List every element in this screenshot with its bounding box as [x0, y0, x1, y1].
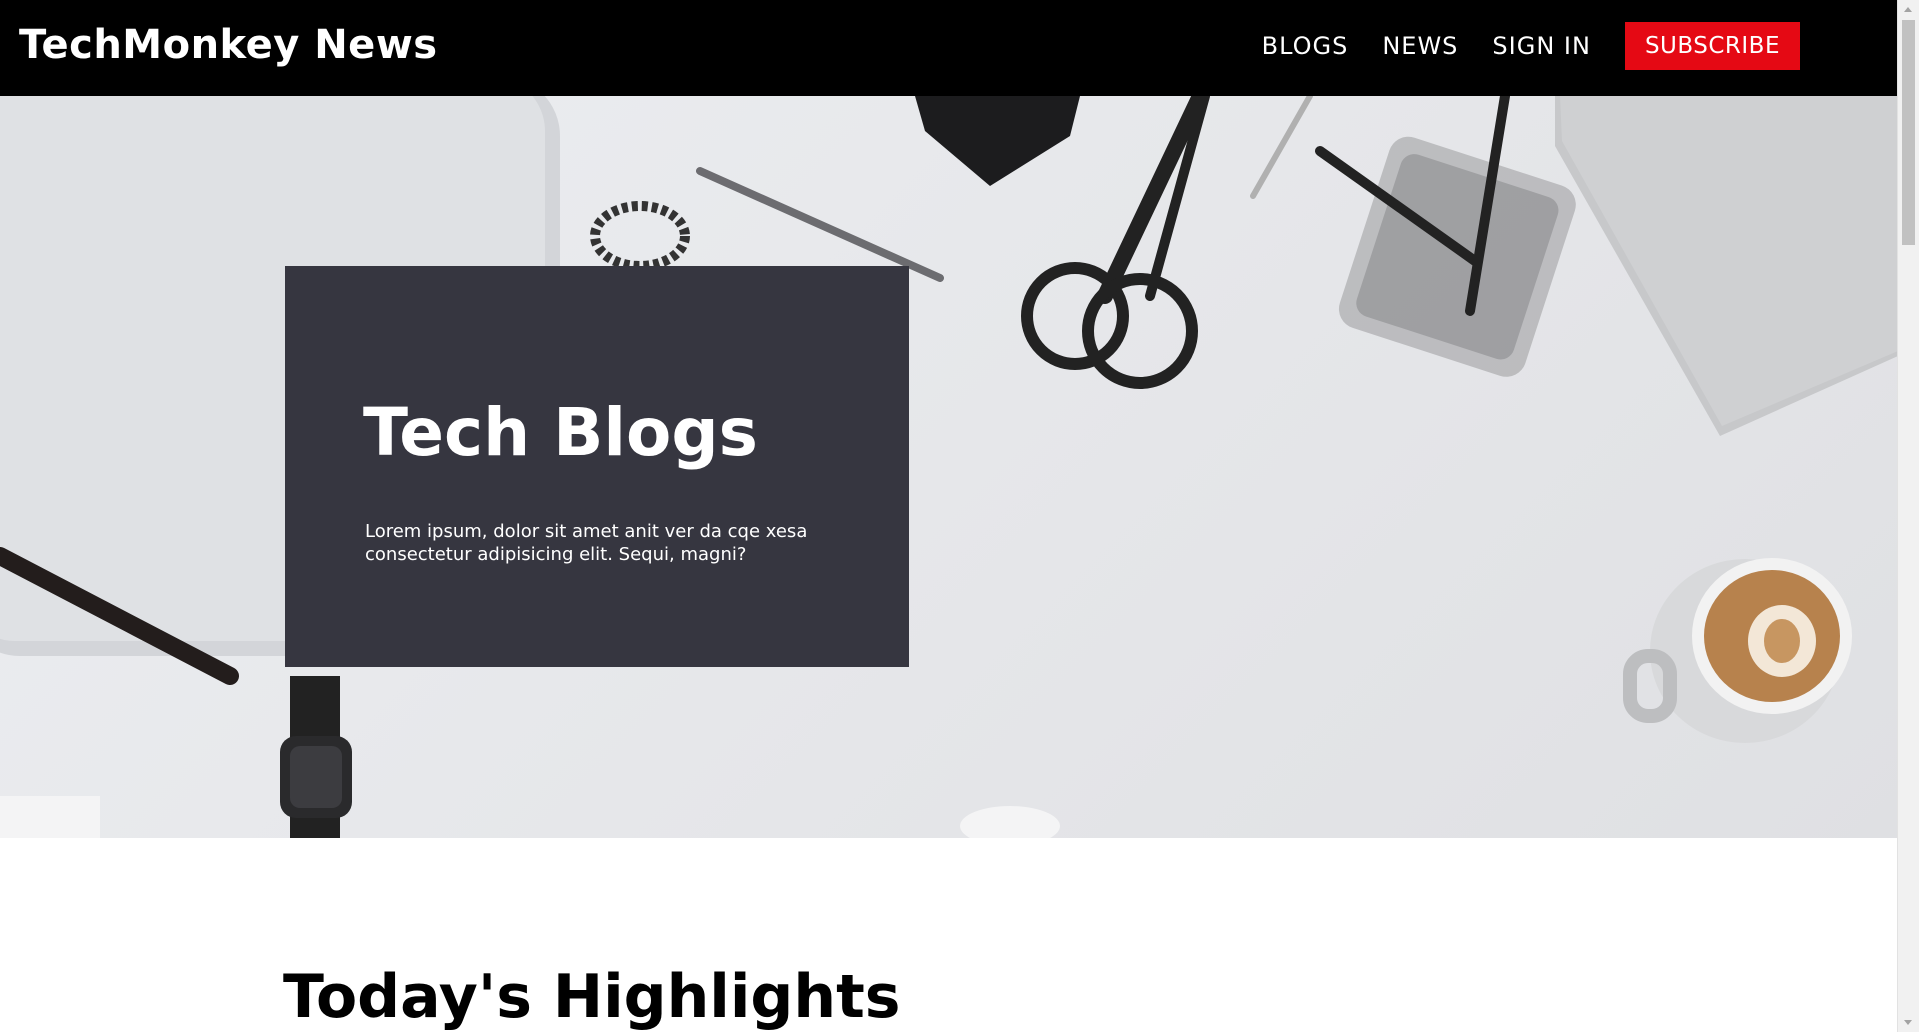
nav-link-news[interactable]: NEWS [1382, 32, 1458, 60]
brand-logo[interactable]: TechMonkey News [19, 22, 438, 68]
hero-banner: Tech Blogs Lorem ipsum, dolor sit amet a… [0, 96, 1898, 838]
scrollbar-thumb[interactable] [1902, 20, 1915, 245]
nav-links: BLOGS NEWS SIGN IN SUBSCRIBE [1262, 22, 1800, 70]
hero-card: Tech Blogs Lorem ipsum, dolor sit amet a… [285, 266, 909, 667]
page-scrollbar[interactable] [1897, 0, 1919, 1032]
hero-title: Tech Blogs [363, 394, 758, 471]
nav-link-blogs[interactable]: BLOGS [1262, 32, 1349, 60]
nav-link-sign-in[interactable]: SIGN IN [1492, 32, 1591, 60]
pen-shape [696, 167, 944, 282]
hero-description: Lorem ipsum, dolor sit amet anit ver da … [365, 521, 808, 565]
highlights-heading: Today's Highlights [283, 962, 901, 1032]
scroll-up-arrow-icon[interactable] [1904, 7, 1912, 12]
top-navbar: TechMonkey News BLOGS NEWS SIGN IN SUBSC… [0, 0, 1898, 96]
cable-coil-shape [590, 201, 690, 271]
scroll-down-arrow-icon[interactable] [1904, 1020, 1912, 1025]
page: TechMonkey News BLOGS NEWS SIGN IN SUBSC… [0, 0, 1919, 1032]
black-box-shape [915, 96, 1080, 186]
scissors-blade-shape [1097, 96, 1208, 304]
subscribe-button[interactable]: SUBSCRIBE [1624, 22, 1800, 70]
